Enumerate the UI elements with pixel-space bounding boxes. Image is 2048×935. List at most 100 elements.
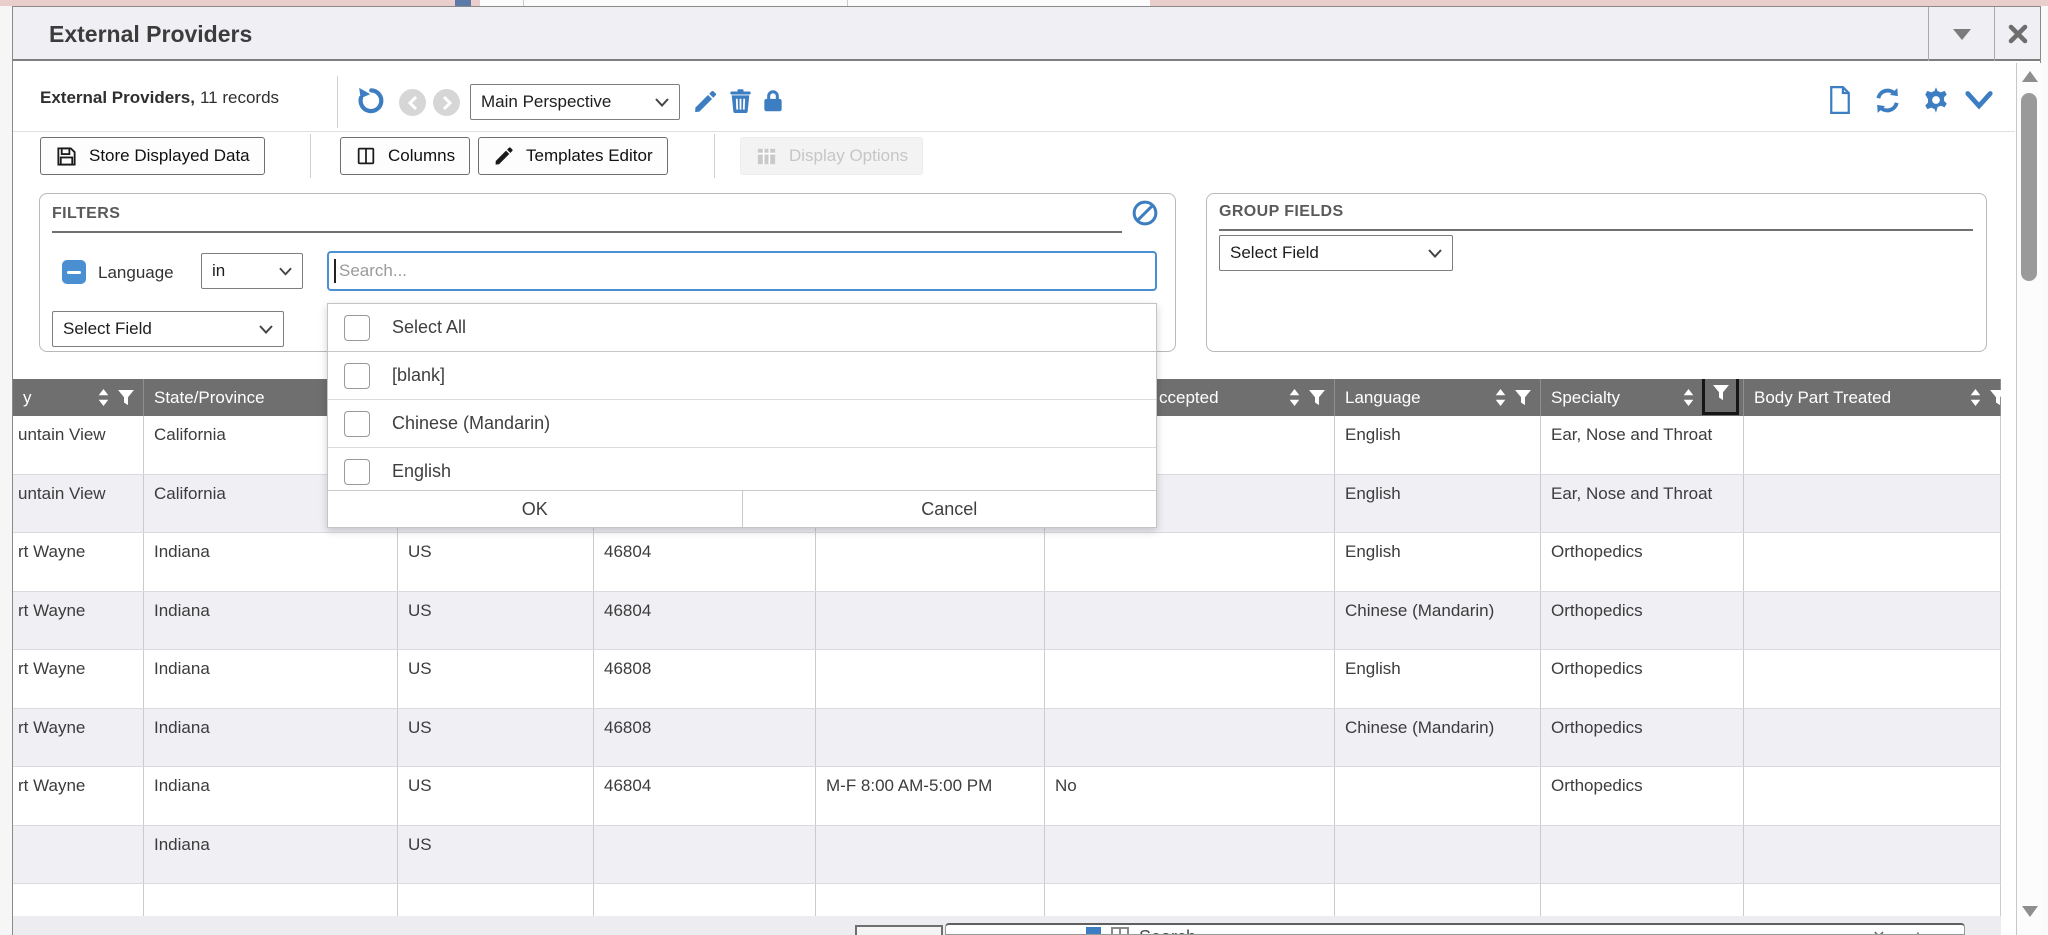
filter-icon[interactable] xyxy=(1514,389,1532,407)
previous-button[interactable] xyxy=(399,89,426,116)
column-header-Specialty[interactable]: Specialty xyxy=(1541,379,1744,416)
columns-button-label: Columns xyxy=(388,146,455,166)
filter-operator-select[interactable]: in xyxy=(201,253,303,289)
column-header-y[interactable]: y xyxy=(13,379,144,416)
table-cell xyxy=(1744,826,2001,884)
filter-active-checkbox[interactable] xyxy=(62,260,86,284)
filter-icon[interactable] xyxy=(1308,389,1326,407)
table-row[interactable]: rt WayneIndianaUS46808Chinese (Mandarin)… xyxy=(13,709,2001,768)
filter-icon[interactable] xyxy=(1989,389,2001,407)
close-icon[interactable]: ✕ xyxy=(1872,927,1885,935)
column-label: State/Province xyxy=(154,388,265,408)
record-summary-title: External Providers, xyxy=(40,88,195,107)
gear-icon xyxy=(1921,85,1951,115)
scrollbar-thumb[interactable] xyxy=(2021,93,2037,281)
sort-icon[interactable] xyxy=(1494,388,1507,407)
collapse-toolbar-button[interactable] xyxy=(1964,90,1994,112)
table-cell: US xyxy=(398,650,594,708)
checkbox-unchecked[interactable] xyxy=(344,363,370,389)
toolbar-divider xyxy=(13,131,2015,132)
table-cell: Indiana xyxy=(144,826,398,884)
group-field-select[interactable]: Select Field xyxy=(1219,235,1453,271)
blue-marker-icon xyxy=(1086,927,1101,935)
table-cell xyxy=(1045,826,1335,884)
checkbox-unchecked[interactable] xyxy=(344,459,370,485)
table-row[interactable]: rt WayneIndianaUS46804M-F 8:00 AM-5:00 P… xyxy=(13,767,2001,826)
table-cell: 46808 xyxy=(594,709,816,767)
dialog-close-button[interactable] xyxy=(1994,7,2040,61)
table-cell xyxy=(816,650,1045,708)
table-cell xyxy=(1744,709,2001,767)
refresh-button[interactable] xyxy=(1872,85,1903,116)
filter-field-label: Language xyxy=(98,263,174,283)
focused-filter-ring xyxy=(1702,379,1739,415)
table-row[interactable]: rt WayneIndianaUS46804EnglishOrthopedics xyxy=(13,533,2001,592)
filter-search-input[interactable] xyxy=(327,251,1157,291)
new-document-button[interactable] xyxy=(1826,84,1854,116)
table-cell: 46804 xyxy=(594,592,816,650)
bottom-search-bar[interactable]: Search ✕ △ xyxy=(945,923,1965,935)
clear-filters-button[interactable] xyxy=(1131,199,1159,227)
column-header-Language[interactable]: Language xyxy=(1335,379,1541,416)
table-row[interactable] xyxy=(13,884,2001,916)
table-cell: untain View xyxy=(13,475,144,533)
table-row[interactable]: rt WayneIndianaUS46808EnglishOrthopedics xyxy=(13,650,2001,709)
refresh-icon xyxy=(1872,85,1903,116)
sort-icon[interactable] xyxy=(1682,388,1695,407)
filter-option[interactable]: Chinese (Mandarin) xyxy=(328,400,1156,447)
filter-icon[interactable] xyxy=(117,389,135,407)
table-cell: rt Wayne xyxy=(13,533,144,591)
table-cell xyxy=(1541,884,1744,916)
filter-options-list: [blank] Chinese (Mandarin)English xyxy=(328,352,1156,495)
ok-button[interactable]: OK xyxy=(328,491,742,527)
dialog-collapse-button[interactable] xyxy=(1928,7,1994,61)
buttons-separator xyxy=(310,134,311,178)
table-cell: US xyxy=(398,592,594,650)
bottom-partial-button[interactable] xyxy=(855,925,943,935)
templates-button-label: Templates Editor xyxy=(526,146,653,166)
vertical-scrollbar[interactable] xyxy=(2016,63,2041,935)
checkbox-unchecked[interactable] xyxy=(344,411,370,437)
scroll-down-arrow-icon[interactable] xyxy=(2022,906,2038,917)
filter-option[interactable]: [blank] xyxy=(328,352,1156,399)
column-header-Body Part Treated[interactable]: Body Part Treated xyxy=(1744,379,2001,416)
table-cell: US xyxy=(398,767,594,825)
file-icon xyxy=(1826,84,1854,116)
sort-icon[interactable] xyxy=(97,388,110,407)
scroll-up-arrow-icon[interactable] xyxy=(2022,71,2038,82)
cancel-button[interactable]: Cancel xyxy=(742,491,1157,527)
lock-perspective-button[interactable] xyxy=(760,87,786,115)
table-cell: US xyxy=(398,533,594,591)
add-filter-field-select[interactable]: Select Field xyxy=(52,311,284,347)
sort-icon[interactable] xyxy=(1969,388,1982,407)
grid-icon xyxy=(1111,927,1129,935)
store-displayed-data-button[interactable]: Store Displayed Data xyxy=(40,137,265,175)
settings-button[interactable] xyxy=(1921,85,1951,115)
table-cell: rt Wayne xyxy=(13,709,144,767)
edit-perspective-button[interactable] xyxy=(692,88,719,115)
table-row[interactable]: IndianaUS xyxy=(13,826,2001,885)
templates-editor-button[interactable]: Templates Editor xyxy=(478,137,668,175)
table-cell xyxy=(1045,884,1335,916)
filter-icon[interactable] xyxy=(1712,384,1730,402)
checkbox-unchecked[interactable] xyxy=(344,315,370,341)
filter-option-label: [blank] xyxy=(392,365,445,386)
table-cell: No xyxy=(1045,767,1335,825)
table-cell xyxy=(1744,650,2001,708)
table-row[interactable]: rt WayneIndianaUS46804Chinese (Mandarin)… xyxy=(13,592,2001,651)
group-field-value: Select Field xyxy=(1230,243,1319,263)
delete-perspective-button[interactable] xyxy=(727,87,754,115)
table-cell: Chinese (Mandarin) xyxy=(1335,709,1541,767)
filter-option[interactable]: English xyxy=(328,448,1156,495)
table-cell: Ear, Nose and Throat xyxy=(1541,475,1744,533)
warning-icon[interactable]: △ xyxy=(1912,927,1924,935)
columns-button[interactable]: Columns xyxy=(340,137,470,175)
undo-button[interactable] xyxy=(355,85,386,116)
sort-icon[interactable] xyxy=(1288,388,1301,407)
table-cell: Orthopedics xyxy=(1541,592,1744,650)
next-button[interactable] xyxy=(433,89,460,116)
perspective-select[interactable]: Main Perspective xyxy=(470,84,680,120)
select-all-option[interactable]: Select All xyxy=(328,304,1156,351)
table-cell xyxy=(1045,533,1335,591)
display-options-label: Display Options xyxy=(789,146,908,166)
